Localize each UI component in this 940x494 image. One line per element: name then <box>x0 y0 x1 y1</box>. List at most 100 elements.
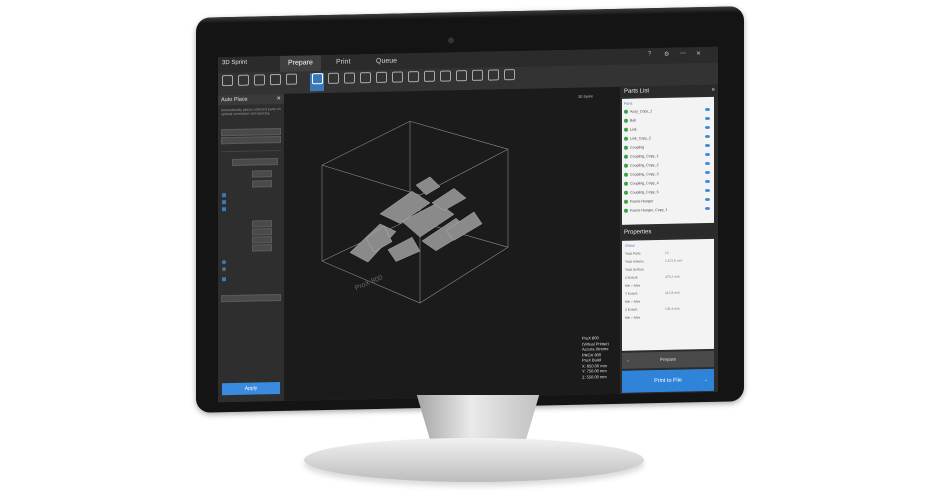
print-to-file-button[interactable]: Print to File → <box>622 368 714 393</box>
collapse-panel-icon[interactable]: » <box>712 85 715 95</box>
properties-header: Properties <box>620 225 718 238</box>
label-icon <box>439 70 451 82</box>
scale-tool[interactable] <box>374 71 388 90</box>
auto-place-icon <box>311 73 323 85</box>
eye-icon[interactable] <box>705 107 710 112</box>
divider <box>221 149 281 153</box>
back-arrow-icon: ← <box>626 357 631 363</box>
tolerance-input[interactable] <box>252 244 272 252</box>
option-checkbox-2[interactable] <box>222 200 226 205</box>
apply-button[interactable]: Apply <box>222 381 280 396</box>
box-edge <box>419 246 509 304</box>
status-icon <box>624 118 628 123</box>
parts-list-title: Parts List <box>624 88 650 95</box>
eye-icon[interactable] <box>705 206 710 211</box>
status-icon <box>624 145 628 150</box>
eye-icon[interactable] <box>705 188 710 193</box>
mirror-icon <box>407 71 419 83</box>
copy-tool[interactable] <box>390 71 404 89</box>
box-edge <box>321 164 421 196</box>
hollow-tool[interactable] <box>422 70 436 89</box>
parts-list: Parts Assy_Copy_1 Ball Link Link_Copy_2 … <box>622 96 714 225</box>
open-tool[interactable] <box>220 74 234 93</box>
status-icon <box>624 190 628 195</box>
angle-z-input[interactable] <box>252 236 272 244</box>
spacing-input[interactable] <box>252 170 272 178</box>
list-item[interactable]: Frame Hanger_Copy_1 <box>624 205 712 215</box>
tab-queue[interactable]: Queue <box>368 53 405 70</box>
mirror-tool[interactable] <box>406 71 420 89</box>
stat-line: Accura Xtreme <box>582 346 609 352</box>
check-tool[interactable] <box>502 69 516 87</box>
scope-select[interactable] <box>221 135 281 145</box>
post-process-select[interactable] <box>221 293 281 303</box>
option-checkbox-4[interactable] <box>222 277 226 282</box>
status-icon <box>624 208 628 213</box>
prepare-button[interactable]: ← Prepare <box>622 350 714 369</box>
part-shape <box>387 236 421 262</box>
orient-icon <box>343 72 355 84</box>
eye-icon[interactable] <box>705 170 710 175</box>
eye-icon[interactable] <box>705 161 710 166</box>
app-window: 3D Sprint Prepare Print Queue ? ⚙ — ✕ Au… <box>218 46 718 403</box>
rotate-tool[interactable] <box>284 73 298 92</box>
move-tool[interactable] <box>268 73 282 92</box>
cage-icon <box>471 69 483 81</box>
option-checkbox-1[interactable] <box>222 193 226 198</box>
lift-tool[interactable] <box>326 72 340 91</box>
eye-icon[interactable] <box>705 152 710 157</box>
right-panel: Parts List » Parts Assy_Copy_1 Ball Link… <box>620 84 718 394</box>
printer-stats: ProX 800 (Virtual Printer) Accura Xtreme… <box>582 335 609 380</box>
arrange-icon <box>359 72 371 84</box>
status-icon <box>624 172 628 177</box>
copy-icon <box>391 71 403 83</box>
arrange-tool[interactable] <box>358 72 372 90</box>
option-checkbox-3[interactable] <box>222 207 226 212</box>
minimize-icon[interactable]: — <box>680 50 686 56</box>
eye-icon[interactable] <box>705 116 710 121</box>
option-radio-1[interactable] <box>222 260 226 265</box>
settings-icon[interactable]: ⚙ <box>664 51 669 58</box>
preset-select[interactable] <box>221 127 281 137</box>
properties-title: Properties <box>624 229 652 236</box>
move-icon <box>269 73 281 86</box>
orient-tool[interactable] <box>342 72 356 90</box>
build-volume-canvas: ProX 800 <box>321 120 509 304</box>
status-icon <box>624 181 628 186</box>
close-icon[interactable]: ✕ <box>696 50 701 57</box>
option-radio-2[interactable] <box>222 267 226 272</box>
3d-viewport[interactable]: ProX 800 3D Sprint ProX 800 (Virtual Pri… <box>284 86 620 401</box>
box-edge <box>409 120 509 150</box>
forward-arrow-icon: → <box>702 377 709 384</box>
eye-icon[interactable] <box>705 125 710 130</box>
eye-icon[interactable] <box>705 143 710 148</box>
status-icon <box>624 199 628 204</box>
panel-header: Auto Place ✕ <box>218 93 284 106</box>
angle-x-input[interactable] <box>252 220 272 228</box>
part-shape <box>415 176 441 196</box>
check-icon <box>503 69 515 81</box>
eye-icon[interactable] <box>705 179 710 184</box>
clearance-input[interactable] <box>252 180 272 188</box>
measure-tool[interactable] <box>486 69 500 87</box>
angle-y-input[interactable] <box>252 228 272 236</box>
save-tool[interactable] <box>236 74 250 93</box>
cage-tool[interactable] <box>470 69 484 88</box>
eye-icon[interactable] <box>705 197 710 202</box>
ruler-icon <box>487 69 499 81</box>
lift-icon <box>327 72 339 84</box>
app-logo: 3D Sprint <box>222 59 248 67</box>
auto-place-tool[interactable] <box>310 73 324 92</box>
nest-tool[interactable] <box>454 70 468 88</box>
import-tool[interactable] <box>252 74 266 92</box>
eye-icon[interactable] <box>705 134 710 139</box>
label-tool[interactable] <box>438 70 452 88</box>
property-row: Min – Max <box>625 315 641 320</box>
tab-print[interactable]: Print <box>328 54 358 71</box>
close-panel-icon[interactable]: ✕ <box>276 94 281 104</box>
monitor: 3D Sprint Prepare Print Queue ? ⚙ — ✕ Au… <box>196 6 744 413</box>
help-icon[interactable]: ? <box>648 51 651 57</box>
properties-panel: Global Total Parts 13 Total Volume 1,672.6… <box>622 238 714 351</box>
type-select[interactable] <box>232 158 278 166</box>
tab-prepare[interactable]: Prepare <box>280 55 321 72</box>
